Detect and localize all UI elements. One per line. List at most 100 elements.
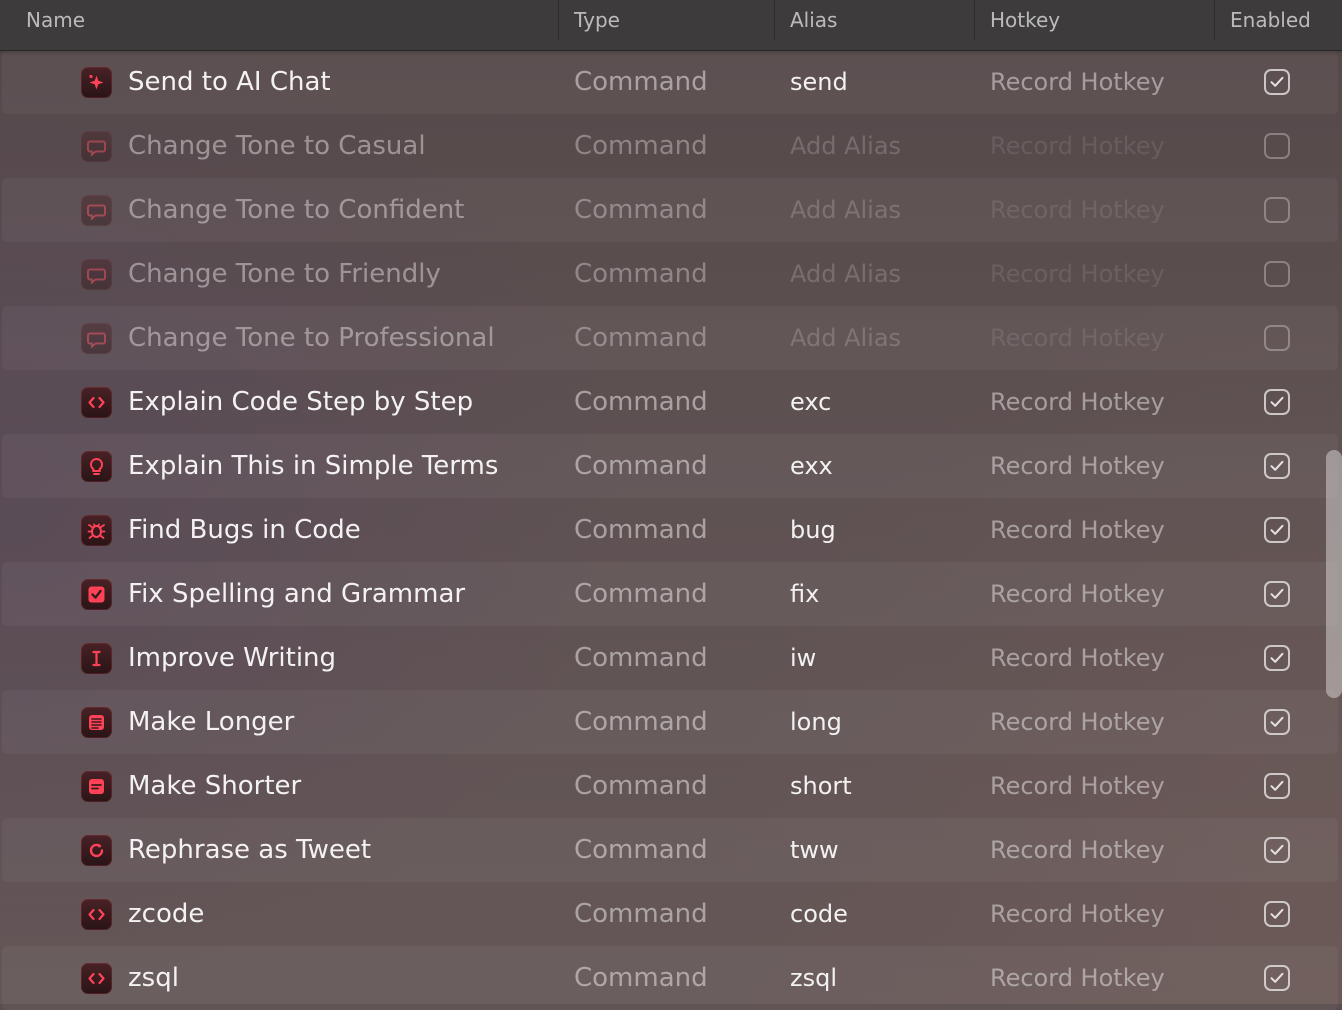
record-hotkey-button[interactable]: Record Hotkey — [990, 178, 1165, 242]
column-divider[interactable] — [558, 0, 559, 40]
column-header-alias[interactable]: Alias — [790, 0, 837, 40]
command-type: Command — [574, 835, 708, 865]
enabled-checkbox[interactable] — [1264, 389, 1290, 415]
table-row[interactable]: zsql Command zsql Record Hotkey — [2, 946, 1338, 1010]
table-row[interactable]: Change Tone to Confident Command Add Alias… — [2, 178, 1338, 242]
table-row[interactable]: zcode Command code Record Hotkey — [2, 882, 1338, 946]
command-name: Find Bugs in Code — [128, 515, 361, 545]
alias-field[interactable]: send — [790, 50, 848, 114]
enabled-checkbox[interactable] — [1264, 645, 1290, 671]
table-row[interactable]: Make Longer Command long Record Hotkey — [2, 690, 1338, 754]
record-hotkey-button[interactable]: Record Hotkey — [990, 754, 1165, 818]
alias-field[interactable]: long — [790, 690, 842, 754]
command-name: zcode — [128, 899, 205, 929]
table-row[interactable]: Make Shorter Command short Record Hotkey — [2, 754, 1338, 818]
short-text-icon — [81, 771, 112, 802]
enabled-checkbox[interactable] — [1264, 261, 1290, 287]
table-row[interactable]: Rephrase as Tweet Command tww Record Hotkey — [2, 818, 1338, 882]
enabled-checkbox[interactable] — [1264, 709, 1290, 735]
command-type: Command — [574, 515, 708, 545]
alias-field[interactable]: zsql — [790, 946, 837, 1010]
command-type: Command — [574, 643, 708, 673]
enabled-checkbox[interactable] — [1264, 197, 1290, 223]
enabled-checkbox[interactable] — [1264, 69, 1290, 95]
command-name: Change Tone to Professional — [128, 323, 495, 353]
enabled-checkbox[interactable] — [1264, 517, 1290, 543]
enabled-checkbox[interactable] — [1264, 453, 1290, 479]
command-type: Command — [574, 323, 708, 353]
speech-bubble-icon — [81, 195, 112, 226]
table-row[interactable]: Send to AI Chat Command send Record Hotkey — [2, 50, 1338, 114]
command-name: Send to AI Chat — [128, 67, 331, 97]
record-hotkey-button[interactable]: Record Hotkey — [990, 306, 1165, 370]
alias-field[interactable]: exx — [790, 434, 833, 498]
command-name: Change Tone to Confident — [128, 195, 465, 225]
record-hotkey-button[interactable]: Record Hotkey — [990, 626, 1165, 690]
column-divider[interactable] — [974, 0, 975, 40]
record-hotkey-button[interactable]: Record Hotkey — [990, 434, 1165, 498]
command-type: Command — [574, 259, 708, 289]
command-name: Make Longer — [128, 707, 295, 737]
column-divider[interactable] — [774, 0, 775, 40]
code-brackets-icon — [81, 899, 112, 930]
text-cursor-icon — [81, 643, 112, 674]
command-type: Command — [574, 579, 708, 609]
add-alias-button[interactable]: Add Alias — [790, 114, 901, 178]
bug-icon — [81, 515, 112, 546]
vertical-scrollbar[interactable] — [1322, 60, 1342, 1004]
command-name: Rephrase as Tweet — [128, 835, 372, 865]
record-hotkey-button[interactable]: Record Hotkey — [990, 50, 1165, 114]
command-name: zsql — [128, 963, 179, 993]
record-hotkey-button[interactable]: Record Hotkey — [990, 498, 1165, 562]
alias-field[interactable]: bug — [790, 498, 836, 562]
table-row[interactable]: Find Bugs in Code Command bug Record Hotkey — [2, 498, 1338, 562]
rotate-arrow-icon — [81, 835, 112, 866]
alias-field[interactable]: iw — [790, 626, 816, 690]
column-header-hotkey[interactable]: Hotkey — [990, 0, 1060, 40]
record-hotkey-button[interactable]: Record Hotkey — [990, 946, 1165, 1010]
record-hotkey-button[interactable]: Record Hotkey — [990, 562, 1165, 626]
record-hotkey-button[interactable]: Record Hotkey — [990, 882, 1165, 946]
code-brackets-icon — [81, 963, 112, 994]
scrollbar-thumb[interactable] — [1326, 450, 1342, 698]
alias-field[interactable]: tww — [790, 818, 839, 882]
alias-field[interactable]: exc — [790, 370, 831, 434]
add-alias-button[interactable]: Add Alias — [790, 242, 901, 306]
table-row[interactable]: Change Tone to Professional Command Add Al… — [2, 306, 1338, 370]
enabled-checkbox[interactable] — [1264, 133, 1290, 159]
record-hotkey-button[interactable]: Record Hotkey — [990, 114, 1165, 178]
column-divider[interactable] — [1214, 0, 1215, 40]
enabled-checkbox[interactable] — [1264, 965, 1290, 991]
add-alias-button[interactable]: Add Alias — [790, 178, 901, 242]
table-row[interactable]: Explain Code Step by Step Command exc Recor… — [2, 370, 1338, 434]
record-hotkey-button[interactable]: Record Hotkey — [990, 242, 1165, 306]
alias-field[interactable]: code — [790, 882, 848, 946]
table-header: Name Type Alias Hotkey Enabled — [0, 0, 1342, 51]
alias-field[interactable]: short — [790, 754, 852, 818]
table-row[interactable]: Explain This in Simple Terms Command exx Re… — [2, 434, 1338, 498]
table-row[interactable]: Change Tone to Friendly Command Add Alias R… — [2, 242, 1338, 306]
command-name: Change Tone to Friendly — [128, 259, 441, 289]
column-header-name[interactable]: Name — [26, 0, 85, 40]
enabled-checkbox[interactable] — [1264, 837, 1290, 863]
command-type: Command — [574, 771, 708, 801]
enabled-checkbox[interactable] — [1264, 325, 1290, 351]
record-hotkey-button[interactable]: Record Hotkey — [990, 370, 1165, 434]
record-hotkey-button[interactable]: Record Hotkey — [990, 818, 1165, 882]
enabled-checkbox[interactable] — [1264, 581, 1290, 607]
column-header-enabled[interactable]: Enabled — [1230, 0, 1311, 40]
alias-field[interactable]: fix — [790, 562, 819, 626]
enabled-checkbox[interactable] — [1264, 901, 1290, 927]
column-header-type[interactable]: Type — [574, 0, 620, 40]
command-type: Command — [574, 387, 708, 417]
add-alias-button[interactable]: Add Alias — [790, 306, 901, 370]
command-type: Command — [574, 131, 708, 161]
table-row[interactable]: Improve Writing Command iw Record Hotkey — [2, 626, 1338, 690]
command-name: Explain Code Step by Step — [128, 387, 474, 417]
record-hotkey-button[interactable]: Record Hotkey — [990, 690, 1165, 754]
table-row[interactable]: Change Tone to Casual Command Add Alias Rec… — [2, 114, 1338, 178]
command-name: Fix Spelling and Grammar — [128, 579, 466, 609]
command-type: Command — [574, 707, 708, 737]
enabled-checkbox[interactable] — [1264, 773, 1290, 799]
table-row[interactable]: Fix Spelling and Grammar Command fix Record… — [2, 562, 1338, 626]
